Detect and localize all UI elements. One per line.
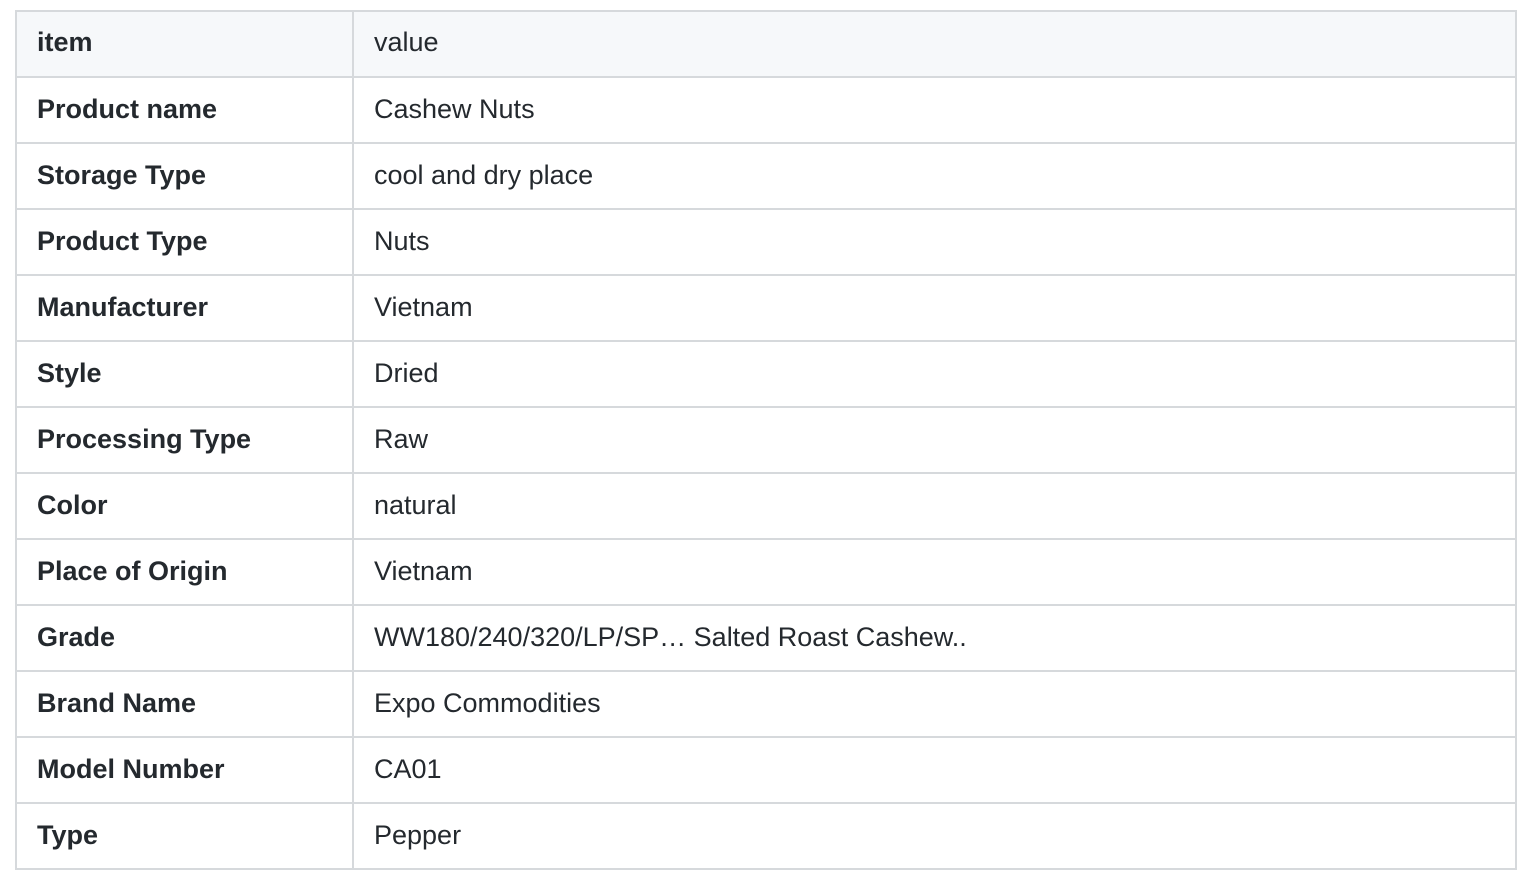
row-key-place-of-origin: Place of Origin bbox=[15, 538, 354, 606]
row-key-style: Style bbox=[15, 340, 354, 408]
table-row: Model Number CA01 bbox=[15, 736, 1517, 804]
table-header-row: item value bbox=[15, 10, 1517, 78]
row-value-color: natural bbox=[352, 472, 1517, 540]
row-value-brand-name: Expo Commodities bbox=[352, 670, 1517, 738]
row-key-processing-type: Processing Type bbox=[15, 406, 354, 474]
row-key-storage-type: Storage Type bbox=[15, 142, 354, 210]
row-key-grade: Grade bbox=[15, 604, 354, 672]
row-value-model-number: CA01 bbox=[352, 736, 1517, 804]
table-row: Type Pepper bbox=[15, 802, 1517, 870]
header-value-cell: value bbox=[352, 10, 1517, 78]
table-row: Storage Type cool and dry place bbox=[15, 142, 1517, 210]
row-key-type: Type bbox=[15, 802, 354, 870]
row-value-product-type: Nuts bbox=[352, 208, 1517, 276]
row-key-brand-name: Brand Name bbox=[15, 670, 354, 738]
table-row: Product Type Nuts bbox=[15, 208, 1517, 276]
table-row: Color natural bbox=[15, 472, 1517, 540]
table-row: Manufacturer Vietnam bbox=[15, 274, 1517, 342]
row-value-product-name: Cashew Nuts bbox=[352, 76, 1517, 144]
table-row: Brand Name Expo Commodities bbox=[15, 670, 1517, 738]
specification-table: item value Product name Cashew Nuts Stor… bbox=[15, 10, 1517, 870]
row-value-manufacturer: Vietnam bbox=[352, 274, 1517, 342]
row-key-product-name: Product name bbox=[15, 76, 354, 144]
header-item-cell: item bbox=[15, 10, 354, 78]
row-key-model-number: Model Number bbox=[15, 736, 354, 804]
row-value-grade: WW180/240/320/LP/SP… Salted Roast Cashew… bbox=[352, 604, 1517, 672]
table-row: Processing Type Raw bbox=[15, 406, 1517, 474]
row-value-processing-type: Raw bbox=[352, 406, 1517, 474]
row-value-place-of-origin: Vietnam bbox=[352, 538, 1517, 606]
row-value-type: Pepper bbox=[352, 802, 1517, 870]
table-row: Grade WW180/240/320/LP/SP… Salted Roast … bbox=[15, 604, 1517, 672]
table-row: Place of Origin Vietnam bbox=[15, 538, 1517, 606]
row-key-manufacturer: Manufacturer bbox=[15, 274, 354, 342]
row-value-style: Dried bbox=[352, 340, 1517, 408]
table-row: Style Dried bbox=[15, 340, 1517, 408]
row-value-storage-type: cool and dry place bbox=[352, 142, 1517, 210]
table-row: Product name Cashew Nuts bbox=[15, 76, 1517, 144]
row-key-color: Color bbox=[15, 472, 354, 540]
row-key-product-type: Product Type bbox=[15, 208, 354, 276]
